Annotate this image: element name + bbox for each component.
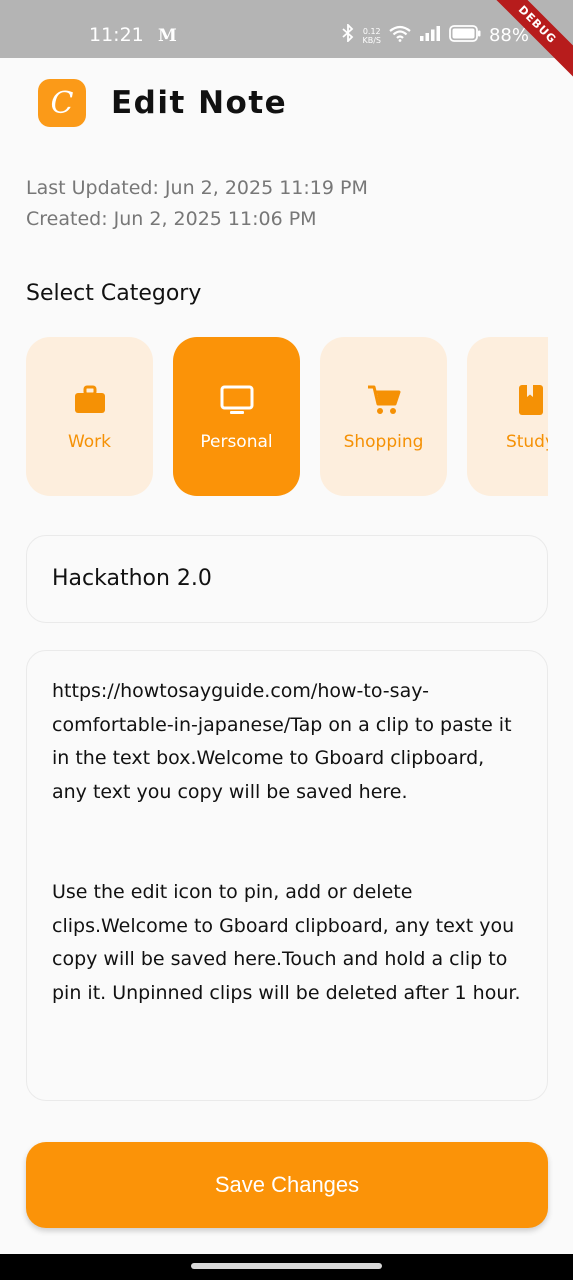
bluetooth-icon	[342, 22, 354, 47]
page-title: Edit Note	[111, 85, 288, 121]
category-personal[interactable]: Personal	[173, 337, 300, 496]
status-indicators: 0.12 KB/S 88%	[342, 22, 529, 47]
cart-icon	[366, 382, 402, 418]
status-bar: 11:21 M 0.12 KB/S 88% DEBUG	[0, 0, 573, 83]
wifi-icon	[389, 25, 411, 47]
battery-icon	[449, 24, 481, 47]
note-title-input[interactable]: Hackathon 2.0	[52, 566, 212, 591]
book-icon	[513, 382, 549, 418]
carrier-icon: M	[158, 26, 177, 46]
note-body-input[interactable]: https://howtosayguide.com/how-to-say-com…	[52, 675, 522, 1010]
battery-percent: 88%	[488, 25, 529, 46]
signal-icon	[419, 25, 441, 46]
note-title-field[interactable]: Hackathon 2.0	[26, 535, 548, 623]
category-work[interactable]: Work	[26, 337, 153, 496]
created-text: Created: Jun 2, 2025 11:06 PM	[26, 208, 317, 230]
briefcase-icon	[72, 382, 108, 418]
last-updated-text: Last Updated: Jun 2, 2025 11:19 PM	[26, 177, 368, 199]
save-changes-button[interactable]: Save Changes	[26, 1142, 548, 1228]
category-list[interactable]: Work Personal Shopping Study	[26, 337, 548, 496]
app-logo: C	[38, 79, 86, 127]
status-time: 11:21	[89, 24, 144, 46]
app-header: C Edit Note	[38, 79, 287, 127]
navigation-bar	[0, 1254, 573, 1280]
category-label: Shopping	[343, 431, 424, 452]
note-body-field[interactable]: https://howtosayguide.com/how-to-say-com…	[26, 650, 548, 1101]
category-label: Personal	[200, 431, 273, 452]
category-study[interactable]: Study	[467, 337, 548, 496]
category-section-label: Select Category	[26, 281, 202, 306]
home-indicator[interactable]	[191, 1263, 382, 1269]
category-label: Work	[67, 431, 112, 452]
category-label: Study	[505, 431, 548, 452]
net-speed: 0.12 KB/S	[362, 26, 381, 45]
category-shopping[interactable]: Shopping	[320, 337, 447, 496]
monitor-icon	[219, 382, 255, 418]
